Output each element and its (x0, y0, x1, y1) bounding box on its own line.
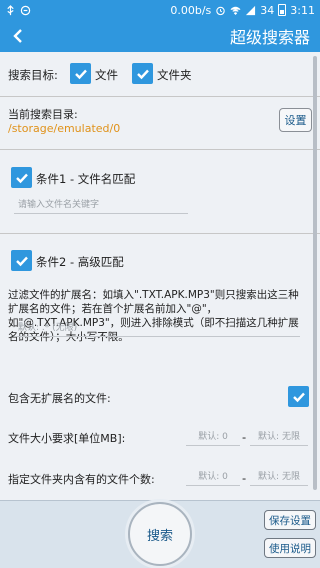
divider (0, 149, 320, 150)
count-min-input[interactable]: 默认: 0 (186, 466, 240, 486)
checkmark-icon (136, 69, 149, 79)
size-range-separator: - (242, 430, 247, 444)
search-button[interactable]: 搜索 (128, 502, 192, 566)
condition2-label: 条件2 - 高级匹配 (36, 255, 124, 269)
page-title: 超级搜索器 (229, 28, 310, 47)
signal-strength: 34 (260, 3, 275, 17)
back-arrow-icon (13, 29, 22, 43)
save-settings-button[interactable]: 保存设置 (264, 510, 316, 530)
checkmark-icon (15, 173, 28, 183)
status-bar: 0.00b/s 34 3:11 (0, 0, 320, 20)
checkmark-icon (74, 69, 87, 79)
help-button[interactable]: 使用说明 (264, 538, 316, 558)
back-button[interactable] (0, 20, 36, 52)
divider (0, 233, 320, 234)
count-range-separator: - (242, 471, 247, 485)
file-count-label: 指定文件夹内含有的文件个数: (8, 473, 155, 486)
checkmark-icon (292, 392, 305, 402)
file-checkbox-label: 文件 (95, 68, 118, 82)
usb-icon (7, 4, 14, 15)
clock: 3:11 (290, 3, 315, 17)
filename-keyword-input[interactable]: 请输入文件名关键字 (14, 194, 188, 214)
file-size-label: 文件大小要求[单位MB]: (8, 432, 126, 445)
file-checkbox[interactable] (70, 63, 91, 84)
scrollbar[interactable] (313, 56, 317, 490)
settings-button[interactable]: 设置 (279, 108, 312, 132)
folder-checkbox[interactable] (132, 63, 153, 84)
size-min-input[interactable]: 默认: 0 (186, 426, 240, 446)
sync-icon (20, 5, 31, 15)
directory-path: /storage/emulated/0 (8, 122, 121, 135)
folder-checkbox-label: 文件夹 (157, 68, 192, 82)
search-settings-panel: 搜索目标: 文件 文件夹 当前搜索目录: /storage/emulated/0… (0, 52, 320, 500)
directory-label: 当前搜索目录: (8, 108, 78, 121)
size-max-input[interactable]: 默认: 无限 (250, 426, 308, 446)
checkmark-icon (15, 256, 28, 266)
no-extension-label: 包含无扩展名的文件: (8, 392, 111, 405)
wifi-icon (230, 6, 241, 15)
no-extension-checkbox[interactable] (288, 386, 309, 407)
search-target-label: 搜索目标: (8, 68, 58, 82)
title-bar: 超级搜索器 (0, 20, 320, 52)
condition1-checkbox[interactable] (11, 167, 32, 188)
condition1-label: 条件1 - 文件名匹配 (36, 172, 136, 186)
count-max-input[interactable]: 默认: 无限 (250, 466, 308, 486)
divider (0, 96, 320, 97)
condition2-checkbox[interactable] (11, 250, 32, 271)
signal-icon (246, 5, 256, 15)
alarm-icon (216, 6, 226, 15)
extension-filter-input[interactable]: 默认: .* (无限) (14, 317, 300, 337)
battery-icon (278, 4, 287, 16)
network-speed: 0.00b/s (170, 3, 212, 17)
